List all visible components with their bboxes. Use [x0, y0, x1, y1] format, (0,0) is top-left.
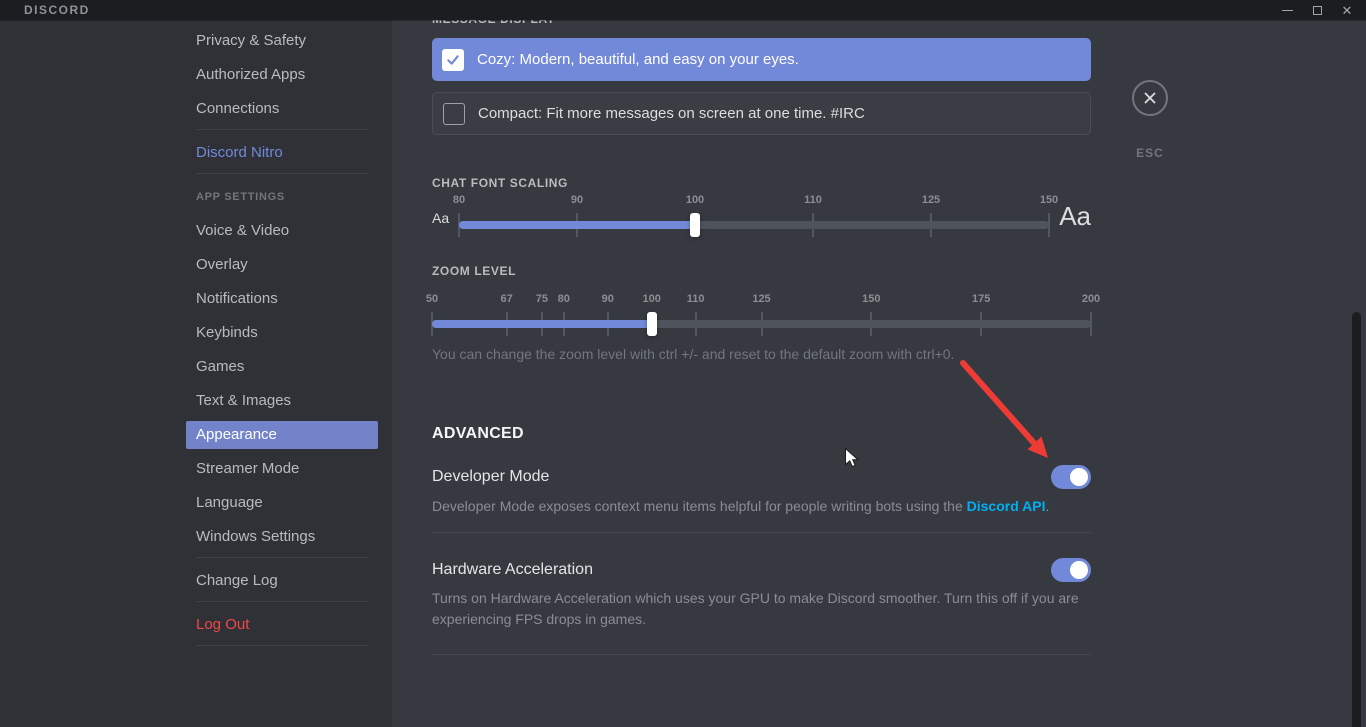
developer-mode-toggle[interactable]: [1051, 465, 1091, 489]
slider-tick-label: 200: [1082, 293, 1100, 305]
sidebar-item-windows-settings[interactable]: Windows Settings: [186, 523, 378, 551]
section-divider: [432, 654, 1091, 655]
maximize-button[interactable]: [1302, 0, 1332, 20]
hardware-acceleration-description: Turns on Hardware Acceleration which use…: [432, 588, 1091, 630]
slider-fill: [432, 320, 652, 328]
esc-label: ESC: [1126, 146, 1174, 160]
discord-settings-window: Privacy & Safety Authorized Apps Connectio…: [0, 0, 1366, 727]
zoom-help-text: You can change the zoom level with ctrl …: [432, 347, 1091, 362]
developer-mode-label: Developer Mode: [432, 468, 549, 486]
sidebar-item-text-images[interactable]: Text & Images: [186, 387, 378, 415]
developer-mode-description: Developer Mode exposes context menu item…: [432, 496, 1091, 516]
hardware-acceleration-toggle[interactable]: [1051, 558, 1091, 582]
sidebar-divider: [196, 557, 368, 558]
sidebar-item-authorized-apps[interactable]: Authorized Apps: [186, 61, 378, 89]
close-window-button[interactable]: ✕: [1332, 0, 1362, 20]
slider-tick-label: 90: [602, 293, 614, 305]
slider-tick-label: 90: [571, 194, 583, 206]
sidebar-item-language[interactable]: Language: [186, 489, 378, 517]
toggle-knob: [1070, 468, 1088, 486]
font-preview-large: Aa: [1059, 201, 1091, 232]
settings-nav: Privacy & Safety Authorized Apps Connectio…: [186, 27, 378, 655]
section-divider: [432, 532, 1091, 533]
cozy-checkbox[interactable]: [442, 49, 464, 71]
sidebar-item-appearance[interactable]: Appearance: [186, 421, 378, 449]
toggle-knob: [1070, 561, 1088, 579]
chat-font-scaling-header: CHAT FONT SCALING: [432, 177, 1091, 189]
chat-font-scaling-control: Aa 80 90 100 110 125 150 Aa: [432, 194, 1091, 240]
discord-logo: DISCORD: [24, 3, 90, 17]
sidebar-item-voice-video[interactable]: Voice & Video: [186, 217, 378, 245]
hardware-acceleration-row: Hardware Acceleration: [432, 558, 1091, 582]
slider-tick-label: 100: [686, 194, 704, 206]
sidebar-divider: [196, 173, 368, 174]
slider-tick-label: 150: [1040, 194, 1058, 206]
sidebar-item-connections[interactable]: Connections: [186, 95, 378, 123]
sidebar-item-log-out[interactable]: Log Out: [186, 611, 378, 639]
titlebar: DISCORD ✕: [0, 0, 1366, 20]
content-scrollbar[interactable]: [1352, 312, 1361, 727]
settings-sidebar: Privacy & Safety Authorized Apps Connectio…: [0, 0, 392, 727]
advanced-header: ADVANCED: [432, 426, 1091, 442]
minimize-icon: [1282, 10, 1293, 11]
zoom-level-slider[interactable]: 5067758090100110125150175200: [432, 293, 1091, 339]
sidebar-item-notifications[interactable]: Notifications: [186, 285, 378, 313]
developer-mode-description-period: .: [1045, 498, 1049, 514]
zoom-level-header: ZOOM LEVEL: [432, 265, 1091, 277]
slider-tick-label: 75: [536, 293, 548, 305]
slider-handle[interactable]: [647, 312, 657, 336]
sidebar-item-privacy-safety[interactable]: Privacy & Safety: [186, 27, 378, 55]
slider-tick-label: 67: [501, 293, 513, 305]
slider-tick-label: 125: [922, 194, 940, 206]
sidebar-item-discord-nitro[interactable]: Discord Nitro: [186, 139, 378, 167]
hardware-acceleration-label: Hardware Acceleration: [432, 561, 593, 579]
checkmark-icon: [445, 52, 461, 68]
font-preview-small: Aa: [432, 210, 449, 226]
slider-tick-label: 50: [426, 293, 438, 305]
slider-tick-label: 80: [558, 293, 570, 305]
slider-tick-label: 125: [752, 293, 770, 305]
cozy-label: Cozy: Modern, beautiful, and easy on you…: [477, 51, 799, 68]
sidebar-item-streamer-mode[interactable]: Streamer Mode: [186, 455, 378, 483]
sidebar-header-app-settings: APP SETTINGS: [186, 183, 378, 203]
sidebar-item-games[interactable]: Games: [186, 353, 378, 381]
option-cozy[interactable]: Cozy: Modern, beautiful, and easy on you…: [432, 38, 1091, 81]
slider-tick-label: 150: [862, 293, 880, 305]
slider-tick-label: 80: [453, 194, 465, 206]
sidebar-divider: [196, 601, 368, 602]
option-compact[interactable]: Compact: Fit more messages on screen at …: [432, 92, 1091, 135]
developer-mode-row: Developer Mode: [432, 465, 1091, 489]
chat-font-scaling-slider[interactable]: 8090100110125150: [459, 194, 1049, 240]
maximize-icon: [1313, 6, 1322, 15]
sidebar-item-overlay[interactable]: Overlay: [186, 251, 378, 279]
sidebar-item-change-log[interactable]: Change Log: [186, 567, 378, 595]
slider-fill: [459, 221, 695, 229]
sidebar-item-keybinds[interactable]: Keybinds: [186, 319, 378, 347]
close-icon: [1143, 91, 1157, 105]
sidebar-divider: [196, 645, 368, 646]
slider-tick-label: 110: [687, 293, 705, 305]
developer-mode-description-text: Developer Mode exposes context menu item…: [432, 498, 967, 514]
sidebar-divider: [196, 129, 368, 130]
close-window-icon: ✕: [1342, 4, 1353, 17]
minimize-button[interactable]: [1272, 0, 1302, 20]
slider-tick-label: 175: [972, 293, 990, 305]
settings-content: MESSAGE DISPLAY Cozy: Modern, beautiful,…: [392, 0, 1366, 727]
slider-tick-label: 100: [642, 293, 660, 305]
slider-handle[interactable]: [690, 213, 700, 237]
compact-checkbox[interactable]: [443, 103, 465, 125]
slider-tick-label: 110: [804, 194, 822, 206]
compact-label: Compact: Fit more messages on screen at …: [478, 105, 865, 122]
close-settings-button[interactable]: [1132, 80, 1168, 116]
window-controls: ✕: [1272, 0, 1366, 20]
discord-api-link[interactable]: Discord API: [967, 498, 1046, 514]
